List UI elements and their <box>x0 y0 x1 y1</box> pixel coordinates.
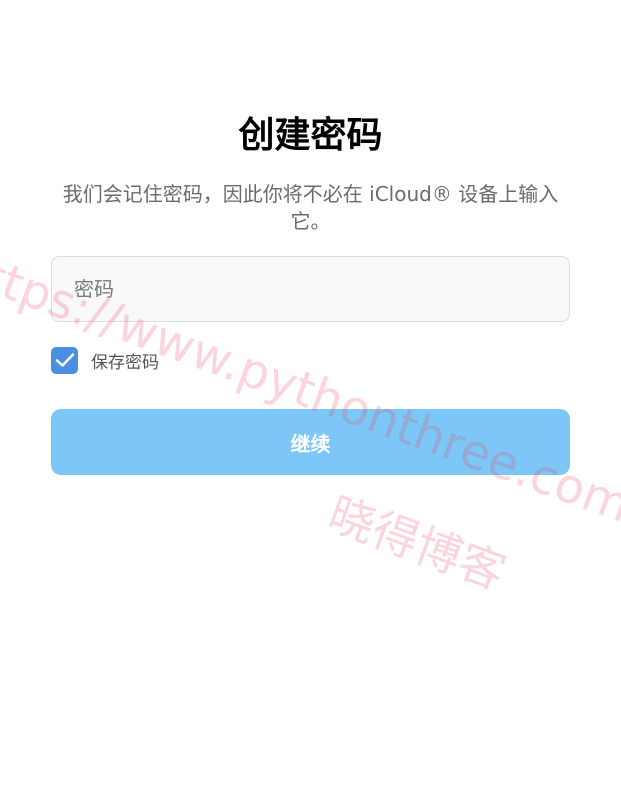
page-title: 创建密码 <box>238 115 383 156</box>
save-password-row[interactable]: 保存密码 <box>51 346 159 374</box>
password-input[interactable] <box>51 256 570 322</box>
continue-button[interactable]: 继续 <box>51 409 570 475</box>
checkmark-icon <box>55 353 74 367</box>
save-password-checkbox[interactable] <box>51 346 78 374</box>
page-subtitle: 我们会记住密码，因此你将不必在 iCloud® 设备上输入它。 <box>62 182 559 233</box>
watermark-brand-text: 晓得博客 <box>321 486 513 601</box>
create-password-screen: 创建密码 我们会记住密码，因此你将不必在 iCloud® 设备上输入它。 保存密… <box>0 0 621 804</box>
save-password-label: 保存密码 <box>91 352 159 373</box>
